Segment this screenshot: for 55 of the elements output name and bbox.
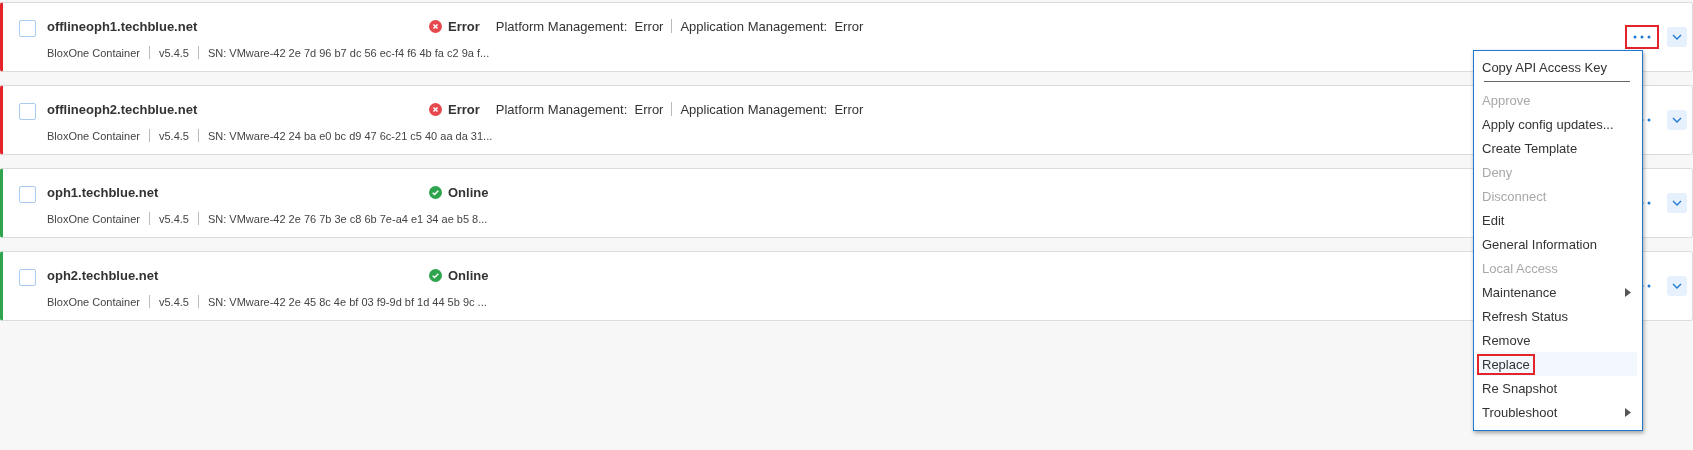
checkbox[interactable]: [19, 20, 36, 37]
serial-number: SN: VMware-42 24 ba e0 bc d9 47 6c-21 c5 40 aa da 31...: [207, 129, 493, 142]
expand-button[interactable]: [1667, 110, 1687, 130]
status-detail: Platform Management: Error: [495, 101, 664, 117]
status-detail: Application Management: Error: [680, 18, 864, 34]
chevron-down-icon: [1672, 200, 1682, 206]
more-button[interactable]: [1625, 25, 1659, 49]
expand-button[interactable]: [1667, 27, 1687, 47]
menu-item[interactable]: General Information: [1479, 232, 1637, 256]
host-name: oph1.techblue.net: [47, 184, 160, 200]
menu-item[interactable]: Create Template: [1479, 136, 1637, 160]
menu-item[interactable]: Refresh Status: [1479, 304, 1637, 328]
expand-button[interactable]: [1667, 276, 1687, 296]
host-type: BloxOne Container: [47, 46, 140, 59]
menu-item[interactable]: Re Snapshot: [1479, 376, 1637, 400]
expand-button[interactable]: [1667, 193, 1687, 213]
error-icon: [429, 19, 442, 33]
status-detail: Platform Management: Error: [495, 18, 664, 34]
status-label: Error: [448, 18, 480, 34]
status-label: Online: [448, 184, 489, 200]
serial-number: SN: VMware-42 2e 45 8c 4e bf 03 f9-9d bf 1d 44 5b 9c ...: [207, 295, 487, 308]
host-name: offlineoph2.techblue.net: [47, 101, 199, 117]
host-type: BloxOne Container: [47, 295, 140, 308]
chevron-down-icon: [1672, 117, 1682, 123]
menu-item[interactable]: Edit: [1479, 208, 1637, 232]
check-circle-icon: [429, 185, 442, 199]
menu-item[interactable]: Apply config updates...: [1479, 112, 1637, 136]
submenu-arrow-icon: [1625, 407, 1631, 417]
status-label: Online: [448, 267, 489, 283]
error-icon: [429, 102, 442, 116]
checkbox[interactable]: [19, 269, 36, 286]
host-type: BloxOne Container: [47, 129, 140, 142]
menu-item[interactable]: Remove: [1479, 328, 1637, 352]
host-version: v5.4.5: [158, 295, 189, 308]
host-name: oph2.techblue.net: [47, 267, 160, 283]
host-version: v5.4.5: [158, 129, 189, 142]
menu-item[interactable]: Replace: [1479, 352, 1637, 376]
submenu-arrow-icon: [1625, 287, 1631, 297]
menu-item[interactable]: Maintenance: [1479, 280, 1637, 304]
chevron-down-icon: [1672, 34, 1682, 40]
status-detail: Application Management: Error: [680, 101, 864, 117]
check-circle-icon: [429, 268, 442, 282]
host-type: BloxOne Container: [47, 212, 140, 225]
checkbox[interactable]: [19, 186, 36, 203]
host-name: offlineoph1.techblue.net: [47, 18, 199, 34]
chevron-down-icon: [1672, 283, 1682, 289]
host-version: v5.4.5: [158, 212, 189, 225]
serial-number: SN: VMware-42 2e 76 7b 3e c8 6b 7e-a4 e1 34 ae b5 8...: [207, 212, 488, 225]
host-version: v5.4.5: [158, 46, 189, 59]
more-icon: [1633, 35, 1651, 39]
status-label: Error: [448, 101, 480, 117]
menu-item[interactable]: Troubleshoot: [1479, 400, 1637, 424]
menu-item[interactable]: Copy API Access Key: [1479, 55, 1637, 88]
serial-number: SN: VMware-42 2e 7d 96 b7 dc 56 ec-f4 f6 4b fa c2 9a f...: [207, 46, 490, 59]
checkbox[interactable]: [19, 103, 36, 120]
